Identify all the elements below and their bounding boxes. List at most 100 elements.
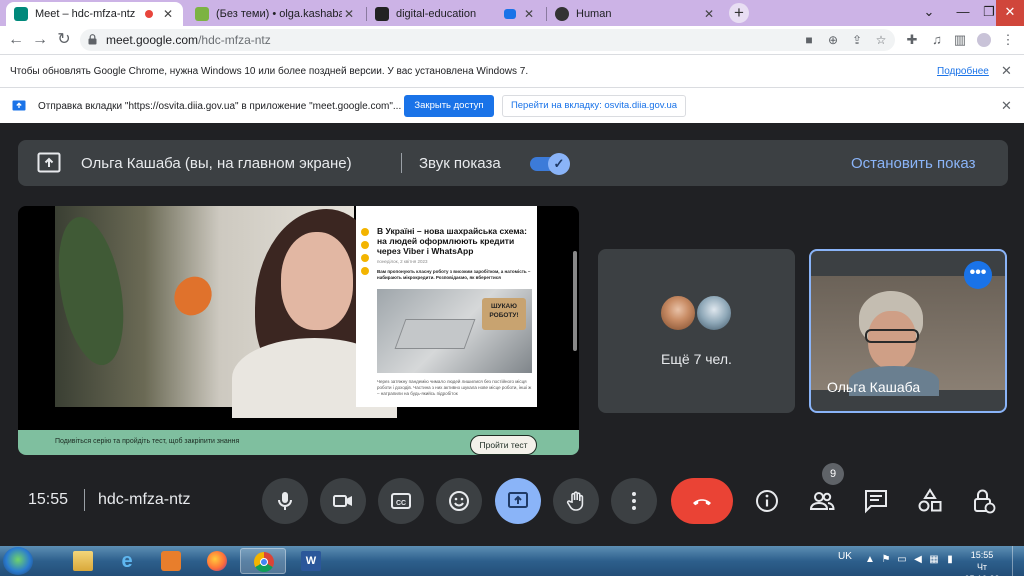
human-favicon-icon	[555, 7, 569, 21]
quiz-banner: Подивіться серію та пройдіть тест, щоб з…	[18, 430, 579, 455]
switch-to-tab-button[interactable]: Перейти на вкладку: osvita.diia.gov.ua	[502, 95, 686, 117]
battery-icon[interactable]: ▮	[944, 554, 956, 566]
more-options-icon[interactable]: •••	[964, 261, 992, 289]
reactions-button[interactable]	[436, 478, 482, 524]
raise-hand-button[interactable]	[553, 478, 599, 524]
tab-close-icon[interactable]: ✕	[161, 7, 175, 21]
take-test-button[interactable]: Пройти тест	[470, 435, 537, 455]
social-icon	[361, 254, 369, 262]
taskbar-clock[interactable]: 15:55 Чт 05.10.23	[962, 549, 1002, 576]
window-close-icon[interactable]: ✕	[996, 0, 1024, 26]
menu-kebab-icon[interactable]: ⋮	[1001, 33, 1015, 47]
taskbar-ie[interactable]: e	[104, 548, 150, 574]
new-tab-button[interactable]: +	[729, 3, 749, 23]
camera-icon	[333, 495, 352, 507]
present-screen-button[interactable]	[495, 478, 541, 524]
tab-close-icon[interactable]: ✕	[702, 7, 716, 21]
tab-search-icon[interactable]: ⌄	[912, 0, 946, 26]
tab-close-icon[interactable]: ✕	[342, 7, 356, 21]
flag-icon[interactable]: ⚑	[880, 554, 892, 566]
taskbar-explorer[interactable]	[60, 548, 106, 574]
taskbar-word[interactable]: W	[288, 548, 334, 574]
tab-digital-education[interactable]: digital-education ✕	[367, 2, 544, 26]
scrollbar[interactable]	[573, 251, 577, 351]
people-count-badge: 9	[822, 463, 844, 485]
learn-more-link[interactable]: Подробнее	[937, 66, 989, 77]
address-bar[interactable]: meet.google.com/hdc-mfza-ntz ■ ⊕ ⇪ ☆	[80, 29, 895, 51]
article-headline: В Україні – нова шахрайська схема: на лю…	[377, 226, 527, 256]
network-icon[interactable]: ▦	[928, 554, 940, 566]
mail-favicon-icon	[195, 7, 209, 21]
start-button[interactable]	[3, 547, 33, 575]
more-participants-label: Ещё 7 чел.	[661, 351, 732, 367]
recording-indicator-icon	[145, 10, 153, 18]
show-desktop-button[interactable]	[1012, 546, 1024, 576]
internet-explorer-icon: e	[121, 550, 133, 572]
meeting-info-icon[interactable]	[752, 486, 782, 516]
browser-tab-strip: Meet – hdc-mfza-ntz ✕ (Без теми) • olga.…	[0, 0, 1024, 26]
social-icon	[361, 228, 369, 236]
camera-button[interactable]	[320, 478, 366, 524]
tab-close-icon[interactable]: ✕	[522, 7, 536, 21]
self-video-image	[811, 276, 1005, 396]
activities-icon[interactable]	[915, 486, 945, 516]
extensions-icon[interactable]: ✚	[905, 33, 919, 47]
camera-in-use-icon[interactable]: ■	[802, 33, 816, 47]
tab-mail[interactable]: (Без теми) • olga.kashaba@ukr.n ✕	[187, 2, 364, 26]
tab-human[interactable]: Human ✕	[547, 2, 724, 26]
meet-favicon-icon	[14, 7, 28, 21]
share-icon[interactable]: ⇪	[850, 33, 864, 47]
divider	[401, 153, 402, 173]
chrome-icon	[254, 552, 274, 572]
leave-call-button[interactable]	[671, 478, 733, 524]
present-screen-icon	[508, 492, 528, 508]
more-participants-tile[interactable]: Ещё 7 чел.	[598, 249, 795, 413]
captions-button[interactable]: CC	[378, 478, 424, 524]
microphone-button[interactable]	[262, 478, 308, 524]
taskbar-time: 15:55	[970, 550, 994, 560]
video-frame-image	[48, 206, 397, 418]
tab-meet[interactable]: Meet – hdc-mfza-ntz ✕	[6, 2, 183, 26]
meeting-code: hdc-mfza-ntz	[98, 491, 191, 508]
browser-toolbar: ← → ↻ meet.google.com/hdc-mfza-ntz ■ ⊕ ⇪…	[0, 26, 1024, 54]
social-icons	[361, 228, 370, 280]
volume-icon[interactable]: ◀	[912, 554, 924, 566]
stop-sharing-button[interactable]: Закрыть доступ	[404, 95, 494, 117]
taskbar-chrome[interactable]	[240, 548, 286, 574]
flower-decoration	[166, 269, 220, 323]
language-indicator[interactable]: UK	[838, 551, 852, 562]
share-audio-label: Звук показа	[419, 155, 501, 172]
tab-title: digital-education	[396, 8, 477, 20]
article-caption: Через затяжну пандемію чимало людей лиши…	[377, 379, 532, 396]
taskbar-media[interactable]	[148, 548, 194, 574]
close-icon[interactable]: ✕	[1001, 98, 1012, 114]
chat-icon[interactable]	[861, 486, 891, 516]
more-vert-icon	[632, 492, 636, 510]
display-icon[interactable]: ▭	[896, 554, 908, 566]
taskbar-firefox[interactable]	[194, 548, 240, 574]
reload-icon[interactable]: ↻	[54, 30, 74, 50]
laptop-image	[394, 319, 476, 349]
close-icon[interactable]: ✕	[1001, 63, 1012, 79]
shared-screen-tile[interactable]: В Україні – нова шахрайська схема: на лю…	[18, 206, 579, 455]
side-panel-icon[interactable]: ▥	[953, 33, 967, 47]
media-controls-icon[interactable]: ♫	[930, 33, 944, 47]
zoom-icon[interactable]: ⊕	[826, 33, 840, 47]
checkmark-icon: ✓	[548, 153, 570, 175]
self-video-tile[interactable]: ••• Ольга Кашаба	[809, 249, 1007, 413]
emoji-icon	[449, 491, 469, 511]
profile-avatar-icon[interactable]	[977, 33, 991, 47]
forward-icon[interactable]: →	[30, 30, 50, 50]
share-audio-toggle[interactable]: ✓	[530, 153, 572, 175]
bookmark-star-icon[interactable]: ☆	[874, 33, 888, 47]
host-controls-lock-icon[interactable]	[969, 486, 999, 516]
social-icon	[361, 267, 369, 275]
people-icon[interactable]	[807, 486, 837, 516]
meeting-clock: 15:55	[28, 491, 69, 508]
more-options-button[interactable]	[611, 478, 657, 524]
show-hidden-icons-icon[interactable]: ▲	[864, 554, 876, 566]
meet-call-area: Ольга Кашаба (вы, на главном экране) Зву…	[0, 123, 1024, 546]
back-icon[interactable]: ←	[6, 30, 26, 50]
quiz-prompt: Подивіться серію та пройдіть тест, щоб з…	[55, 438, 240, 445]
stop-presenting-button[interactable]: Остановить показ	[851, 155, 975, 172]
